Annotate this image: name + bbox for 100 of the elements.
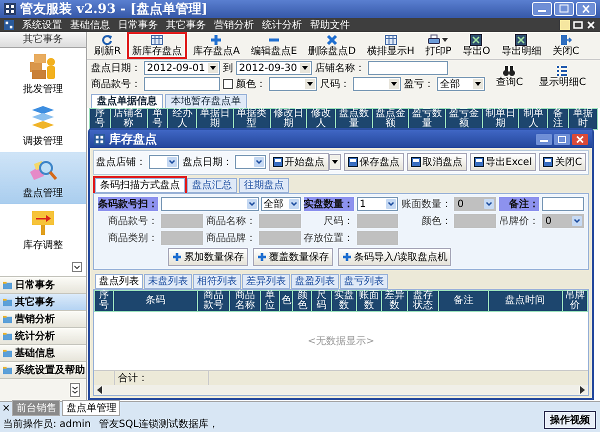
minimize-icon[interactable] xyxy=(536,134,552,144)
store-select[interactable] xyxy=(149,155,180,169)
column-header[interactable]: 序号 xyxy=(90,108,110,130)
tab[interactable]: 盘盈列表 xyxy=(291,274,339,289)
column-header[interactable]: 商品名称 xyxy=(229,290,261,312)
checkbox[interactable] xyxy=(223,79,233,89)
toolbar-button[interactable]: 导出明细 xyxy=(496,32,546,59)
column-header[interactable]: 店铺名称 xyxy=(110,108,148,130)
column-header[interactable]: 颜色 xyxy=(292,290,312,312)
tab[interactable]: 盘亏列表 xyxy=(340,274,388,289)
module-item[interactable]: 调拨管理 xyxy=(0,100,86,152)
tab[interactable]: 盘点单据信息 xyxy=(91,94,163,108)
nav-group[interactable]: 统计分析 xyxy=(0,327,86,344)
toolbar-button[interactable]: 导出O xyxy=(457,32,496,59)
maximize-icon[interactable] xyxy=(554,134,570,144)
column-header[interactable]: 单号 xyxy=(147,108,168,130)
menu-item[interactable]: 日常事务 xyxy=(118,18,158,32)
column-header[interactable]: 单位 xyxy=(260,290,280,312)
column-header[interactable]: 账面数 xyxy=(356,290,382,312)
tab[interactable]: 未盘列表 xyxy=(144,274,192,289)
dialog-button[interactable]: 导出Excel xyxy=(470,153,536,171)
dropdown-button[interactable] xyxy=(328,154,340,170)
column-header[interactable]: 盘存状态 xyxy=(407,290,439,312)
toolbar-button[interactable]: 库存盘点A xyxy=(188,32,245,59)
column-header[interactable]: 单据时 xyxy=(568,108,598,130)
column-header[interactable]: 条码 xyxy=(114,290,198,312)
toolbar-button[interactable]: 刷新R xyxy=(89,32,126,59)
close-icon[interactable] xyxy=(572,134,588,144)
store-field[interactable] xyxy=(368,61,448,75)
toolbar-button[interactable]: 新库存盘点 xyxy=(126,32,187,59)
maximize-icon[interactable] xyxy=(573,20,583,30)
toolbar-button[interactable]: 横排显示H xyxy=(362,32,420,59)
profit-select[interactable]: 全部 xyxy=(437,77,485,91)
menu-item[interactable]: 统计分析 xyxy=(262,18,302,32)
module-item[interactable]: 批发管理 xyxy=(0,48,86,100)
scan-select[interactable] xyxy=(161,197,259,211)
color-select[interactable] xyxy=(269,77,317,91)
dropdown-arrow-icon[interactable] xyxy=(442,38,448,42)
tab[interactable]: 本地暂存盘点单 xyxy=(165,94,247,108)
column-header[interactable]: 修改日期 xyxy=(270,108,307,130)
scroll-down-icon[interactable] xyxy=(70,383,80,397)
tab[interactable]: 相符列表 xyxy=(193,274,241,289)
tab[interactable]: 条码扫描方式盘点 xyxy=(95,178,185,193)
action-button[interactable]: 累加数量保存 xyxy=(168,248,248,266)
input-field[interactable] xyxy=(542,197,584,211)
menu-item[interactable]: 基础信息 xyxy=(70,18,110,32)
column-header[interactable]: 制单人 xyxy=(518,108,548,130)
column-header[interactable]: 实盘数 xyxy=(331,290,357,312)
column-header[interactable]: 盘点时间 xyxy=(488,290,562,312)
toolbar-button[interactable]: 关闭C xyxy=(547,32,584,59)
date-select[interactable] xyxy=(235,155,266,169)
column-header[interactable]: 单据类型 xyxy=(233,108,270,130)
date-picker[interactable]: 2012-09-30 xyxy=(236,61,312,75)
column-header[interactable]: 备注 xyxy=(548,108,569,130)
select-field[interactable]: 1 xyxy=(356,197,398,211)
dialog-button[interactable]: 取消盘点 xyxy=(406,153,466,171)
close-glyph[interactable]: × xyxy=(2,402,10,414)
dialog-button[interactable]: 关闭C xyxy=(539,153,586,171)
nav-group[interactable]: 其它事务 xyxy=(0,293,86,310)
tab[interactable]: 差异列表 xyxy=(242,274,290,289)
date-picker[interactable]: 2012-09-01 xyxy=(144,61,220,75)
query-button[interactable]: 查询C xyxy=(491,62,528,90)
toolbar-button[interactable]: 打印P xyxy=(420,32,456,59)
toolbar-button[interactable]: 编辑盘点E xyxy=(246,32,302,59)
tab[interactable]: 盘点汇总 xyxy=(187,178,237,193)
document-tab[interactable]: 盘点单管理 xyxy=(62,400,120,416)
column-header[interactable]: 备注 xyxy=(438,290,488,312)
column-header[interactable]: 吊牌价 xyxy=(562,290,588,312)
scroll-down-icon[interactable] xyxy=(72,262,82,272)
video-button[interactable]: 操作视频 xyxy=(544,411,596,429)
column-header[interactable]: 盘点数量 xyxy=(336,108,372,130)
scroll-left-icon[interactable] xyxy=(97,386,103,394)
style-field[interactable] xyxy=(144,77,220,91)
column-header[interactable]: 盈亏金额 xyxy=(446,108,482,130)
column-header[interactable]: 序号 xyxy=(94,290,114,312)
column-header[interactable]: 色 xyxy=(280,290,293,312)
column-header[interactable]: 盈亏数量 xyxy=(408,108,446,130)
module-item[interactable]: 盘点管理 xyxy=(0,152,86,204)
dialog-button[interactable]: 保存盘点 xyxy=(344,153,404,171)
minimize-icon[interactable] xyxy=(532,2,552,16)
column-header[interactable]: 商品款号 xyxy=(197,290,230,312)
column-header[interactable]: 经办人 xyxy=(168,108,197,130)
tab[interactable]: 往期盘点 xyxy=(239,178,289,193)
column-header[interactable]: 尺码 xyxy=(312,290,332,312)
nav-group[interactable]: 基础信息 xyxy=(0,344,86,361)
toolbar-button[interactable]: 删除盘点D xyxy=(303,32,361,59)
column-header[interactable]: 制单日期 xyxy=(482,108,519,130)
dialog-button[interactable]: 开始盘点 xyxy=(268,153,328,171)
action-button[interactable]: 覆盖数量保存 xyxy=(253,248,333,266)
column-header[interactable]: 单据日期 xyxy=(196,108,234,130)
nav-group[interactable]: 日常事务 xyxy=(0,276,86,293)
column-header[interactable]: 修改人 xyxy=(306,108,336,130)
tab[interactable]: 盘点列表 xyxy=(95,274,143,289)
detail-button[interactable]: 显示明细C xyxy=(534,62,591,90)
action-button[interactable]: 条码导入/读取盘点机 xyxy=(338,248,452,266)
filter-select[interactable]: 全部 xyxy=(260,197,301,211)
menu-item[interactable]: 其它事务 xyxy=(166,18,206,32)
nav-group[interactable]: 系统设置及帮助 xyxy=(0,361,86,378)
menu-item[interactable]: 营销分析 xyxy=(214,18,254,32)
menu-item[interactable]: 帮助文件 xyxy=(310,18,350,32)
